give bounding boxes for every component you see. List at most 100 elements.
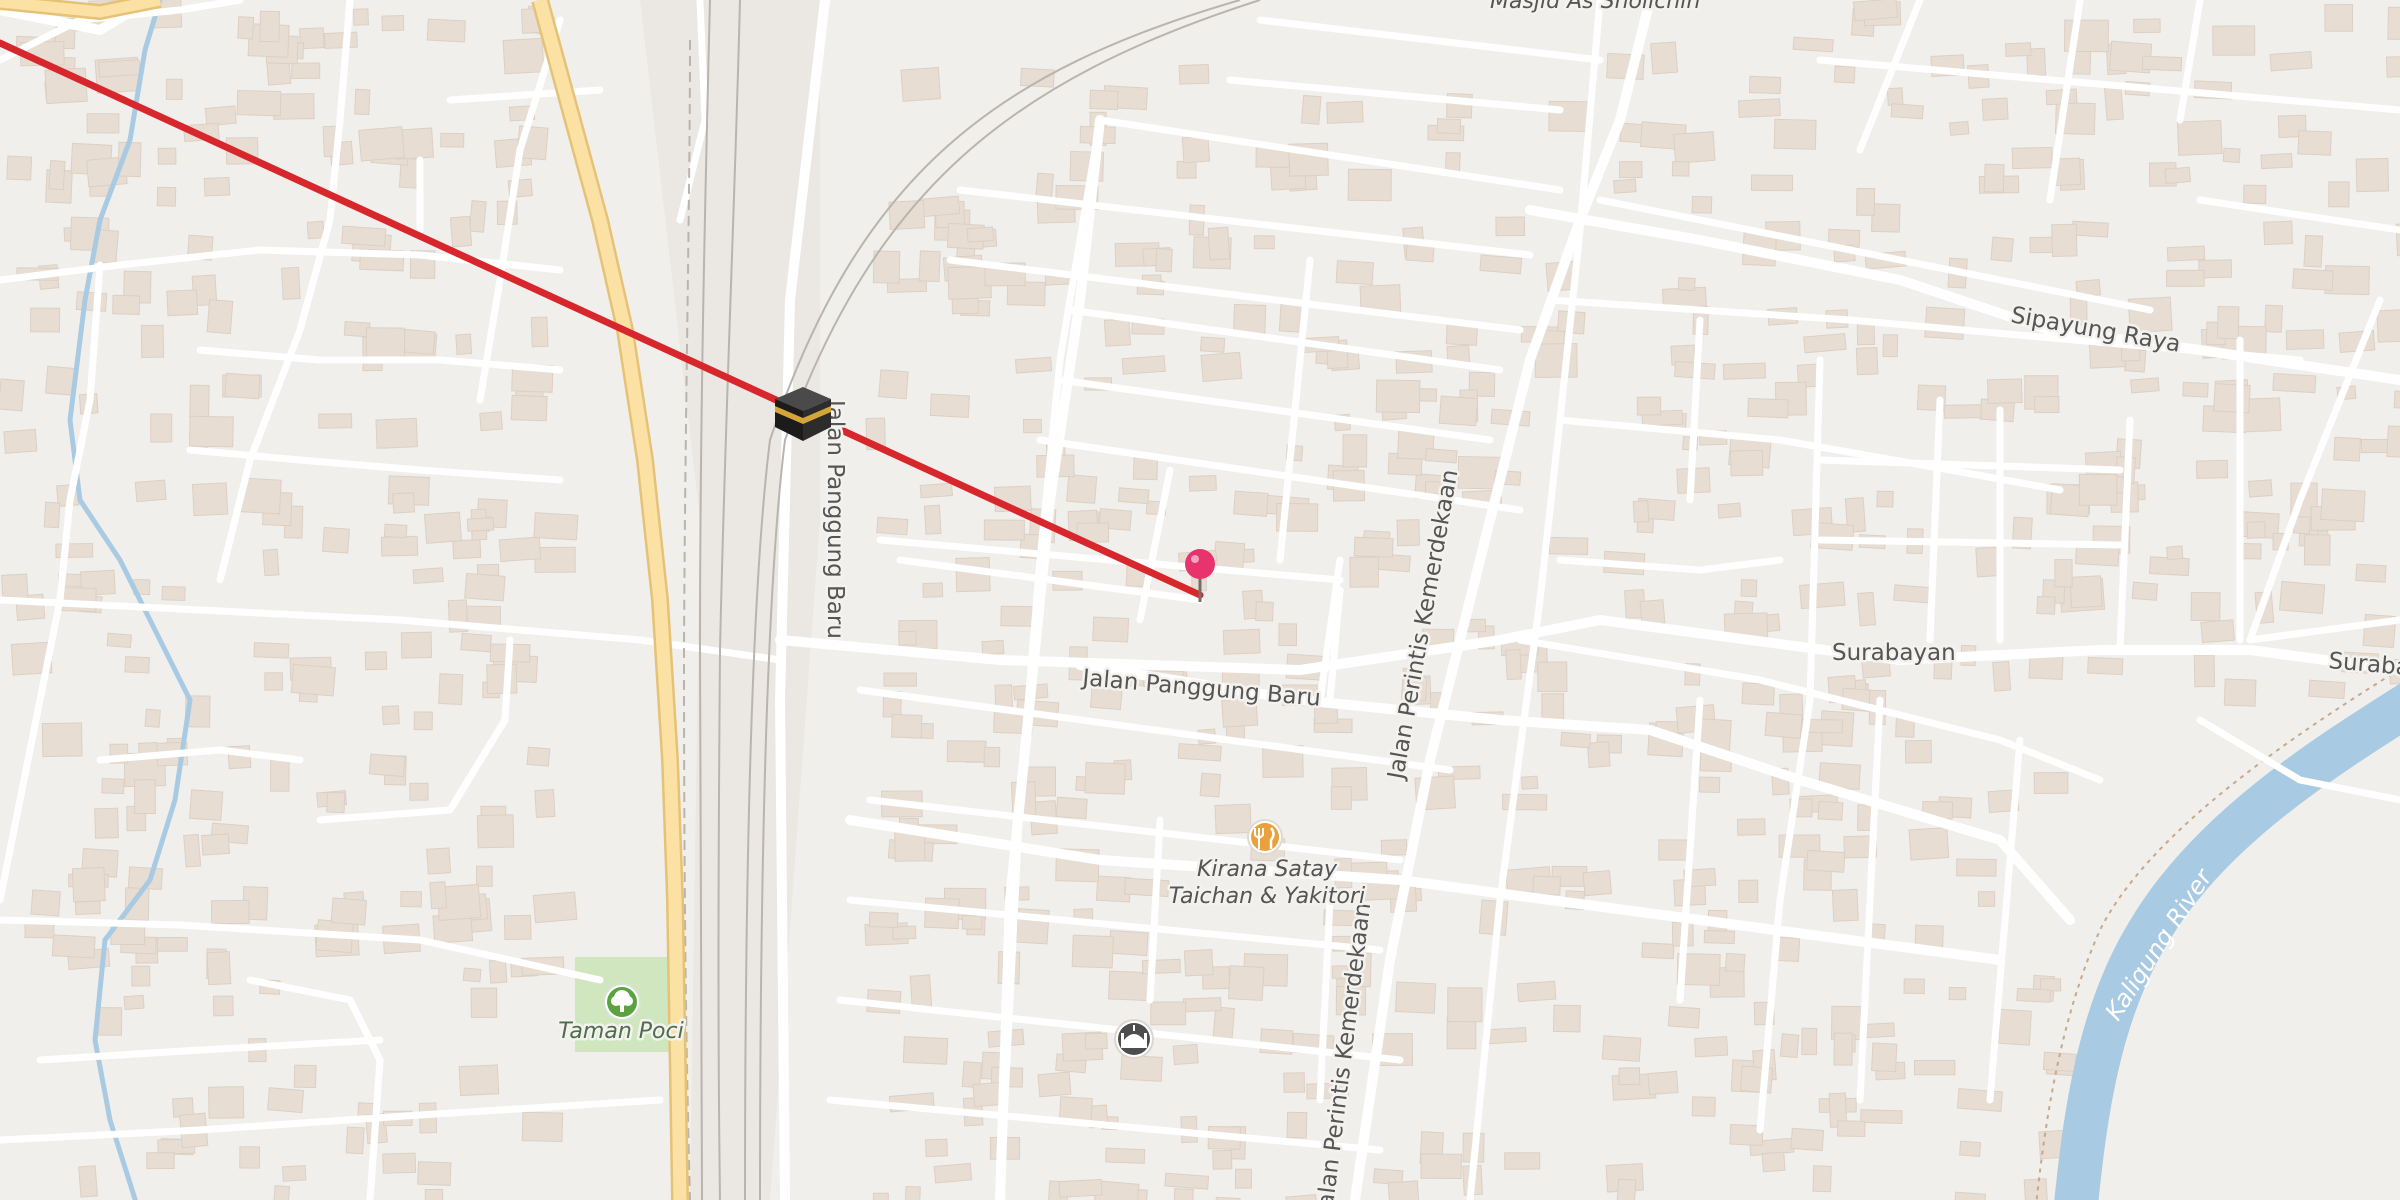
building — [1737, 98, 1781, 119]
building — [919, 482, 953, 499]
building — [1335, 260, 1374, 286]
building — [891, 713, 923, 739]
building — [1948, 986, 1967, 1001]
building — [1172, 1188, 1194, 1200]
building — [1560, 731, 1592, 749]
building — [2133, 18, 2161, 34]
building — [872, 1192, 889, 1200]
building — [1521, 775, 1539, 790]
building — [2308, 679, 2346, 700]
building — [1495, 216, 1526, 237]
building — [470, 987, 498, 1019]
building — [1992, 660, 2012, 692]
building — [2355, 157, 2390, 193]
building — [438, 673, 464, 705]
building — [1103, 318, 1132, 347]
building — [1058, 1178, 1103, 1198]
building — [1650, 41, 1679, 75]
building — [1806, 849, 1846, 873]
building — [306, 220, 325, 240]
building — [323, 31, 358, 50]
building — [498, 536, 542, 563]
building — [521, 1111, 564, 1143]
building — [1724, 952, 1746, 973]
building — [464, 572, 506, 602]
building — [468, 200, 487, 233]
building — [452, 539, 482, 560]
building — [400, 631, 433, 659]
building — [94, 807, 119, 839]
building — [1856, 187, 1876, 216]
building — [1817, 800, 1844, 821]
building — [1860, 1109, 1903, 1125]
building — [1283, 1072, 1306, 1093]
building — [270, 758, 290, 792]
building — [2182, 381, 2209, 398]
building — [426, 847, 452, 875]
building — [1893, 584, 1935, 604]
building — [1601, 1035, 1642, 1062]
building — [2260, 152, 2293, 170]
building — [124, 655, 150, 674]
building — [1729, 449, 1764, 477]
map-canvas[interactable]: Jalan Panggung Baru Jalan Panggung Baru … — [0, 0, 2400, 1200]
building — [236, 89, 282, 117]
building — [2246, 521, 2266, 539]
building — [1182, 997, 1222, 1013]
building — [460, 632, 492, 653]
building — [112, 294, 141, 315]
building — [2269, 50, 2313, 72]
building — [1641, 942, 1675, 960]
building — [1200, 351, 1243, 383]
building — [1347, 168, 1392, 202]
building — [1990, 236, 2014, 262]
building — [983, 746, 1001, 768]
building — [2213, 383, 2251, 414]
building — [966, 226, 995, 243]
building — [1671, 161, 1690, 177]
poi-mosque[interactable] — [1114, 1019, 1154, 1059]
building — [918, 250, 941, 283]
building — [533, 512, 579, 541]
building — [1181, 135, 1211, 164]
building — [1176, 161, 1197, 179]
building — [1286, 1111, 1308, 1139]
building — [1852, 0, 1899, 22]
building — [1857, 591, 1877, 627]
building — [189, 789, 224, 821]
building — [2200, 619, 2236, 644]
building — [281, 1165, 307, 1182]
building — [140, 324, 165, 359]
building — [1636, 396, 1662, 416]
building — [259, 10, 281, 43]
building — [48, 159, 66, 191]
building — [2385, 55, 2400, 78]
building — [383, 523, 408, 539]
building — [134, 479, 167, 503]
building — [1117, 487, 1150, 505]
building — [2248, 479, 2273, 498]
building — [2212, 25, 2256, 56]
building — [1667, 1005, 1701, 1029]
building — [1736, 818, 1766, 836]
building — [946, 740, 987, 763]
building — [381, 705, 400, 726]
building — [78, 1165, 98, 1198]
building — [3, 428, 38, 454]
building — [1234, 1168, 1253, 1189]
building — [2376, 308, 2400, 343]
building — [1831, 888, 1859, 922]
building — [2386, 425, 2400, 459]
poi-label-masjid-as-sholichin[interactable]: Masjid As Sholichin — [1488, 0, 1703, 17]
building — [1618, 1067, 1641, 1086]
building — [1548, 100, 1593, 133]
building — [1871, 1042, 1898, 1073]
building — [1444, 151, 1461, 173]
building — [293, 1064, 317, 1089]
building — [2004, 42, 2032, 57]
building — [75, 291, 108, 312]
building — [1691, 195, 1713, 214]
building — [1801, 1027, 1818, 1056]
building — [51, 934, 96, 959]
building — [1582, 869, 1612, 897]
